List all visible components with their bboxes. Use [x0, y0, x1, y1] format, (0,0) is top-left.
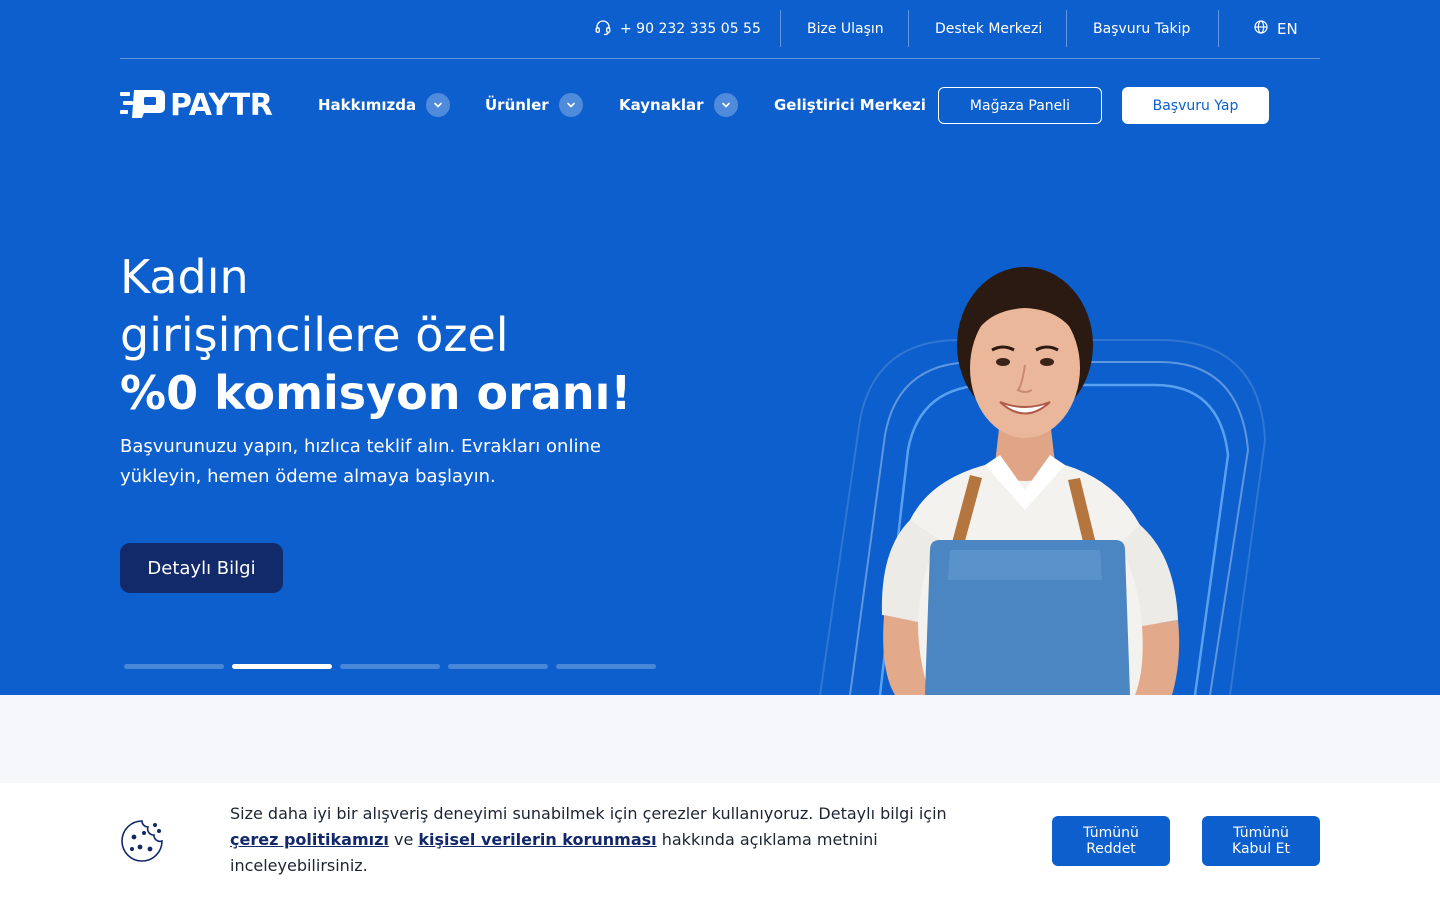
cookie-policy-link[interactable]: çerez politikamızı: [230, 830, 389, 849]
application-tracking-link[interactable]: Başvuru Takip: [1093, 0, 1190, 58]
paytr-logo[interactable]: PAYTR: [120, 86, 273, 124]
topbar-divider: [908, 10, 909, 47]
chevron-down-icon: [558, 93, 583, 117]
nav-label: Geliştirici Merkezi: [774, 96, 926, 114]
topbar-divider: [780, 10, 781, 47]
cookie-text-part: Size daha iyi bir alışveriş deneyimi sun…: [230, 804, 947, 823]
hero-section: + 90 232 335 05 55 Bize Ulaşın Destek Me…: [0, 0, 1440, 695]
top-utility-bar: + 90 232 335 05 55 Bize Ulaşın Destek Me…: [120, 0, 1320, 59]
apply-button[interactable]: Başvuru Yap: [1122, 87, 1269, 124]
slide-indicator-1[interactable]: [124, 664, 224, 669]
cookie-icon: [120, 819, 164, 863]
nav-resources[interactable]: Kaynaklar: [619, 92, 738, 118]
contact-link[interactable]: Bize Ulaşın: [807, 0, 884, 58]
slide-indicator-5[interactable]: [556, 664, 656, 669]
headset-icon: [594, 18, 620, 40]
hero-title-line-1: Kadın: [120, 250, 249, 304]
details-button[interactable]: Detaylı Bilgi: [120, 543, 283, 593]
cookie-consent-bar: Size daha iyi bir alışveriş deneyimi sun…: [0, 783, 1440, 900]
cookie-message: Size daha iyi bir alışveriş deneyimi sun…: [230, 801, 950, 879]
nav-developer-center[interactable]: Geliştirici Merkezi: [774, 92, 926, 118]
chevron-down-icon: [713, 93, 738, 117]
topbar-divider: [1218, 10, 1219, 47]
language-label: EN: [1277, 20, 1298, 38]
nav-label: Hakkımızda: [318, 96, 417, 114]
personal-data-protection-link[interactable]: kişisel verilerin korunması: [418, 830, 656, 849]
language-switcher[interactable]: EN: [1253, 0, 1298, 58]
chevron-down-icon: [426, 93, 451, 117]
cookie-text-part: ve: [388, 830, 419, 849]
slide-indicator-2[interactable]: [232, 664, 332, 669]
hero-woman-illustration: [819, 267, 1267, 695]
phone-number: + 90 232 335 05 55: [620, 21, 761, 37]
slide-indicator-4[interactable]: [448, 664, 548, 669]
hero-subtitle: Başvurunuzu yapın, hızlıca teklif alın. …: [120, 436, 601, 487]
hero-title-line-3: %0 komisyon oranı!: [120, 366, 632, 420]
store-panel-button[interactable]: Mağaza Paneli: [938, 87, 1102, 124]
reject-all-button[interactable]: Tümünü Reddet: [1052, 816, 1170, 866]
nav-about[interactable]: Hakkımızda: [318, 92, 451, 118]
nav-label: Kaynaklar: [619, 96, 704, 114]
brand-name: PAYTR: [170, 87, 273, 123]
hero-title-line-2: girişimcilere özel: [120, 308, 509, 362]
nav-label: Ürünler: [485, 96, 549, 114]
support-center-link[interactable]: Destek Merkezi: [935, 0, 1042, 58]
globe-icon: [1253, 19, 1277, 39]
slide-indicator-3[interactable]: [340, 664, 440, 669]
topbar-divider: [1066, 10, 1067, 47]
nav-products[interactable]: Ürünler: [485, 92, 583, 118]
logo-mark-icon: [120, 88, 166, 122]
phone-link[interactable]: + 90 232 335 05 55: [594, 0, 761, 58]
accept-all-button[interactable]: Tümünü Kabul Et: [1202, 816, 1320, 866]
